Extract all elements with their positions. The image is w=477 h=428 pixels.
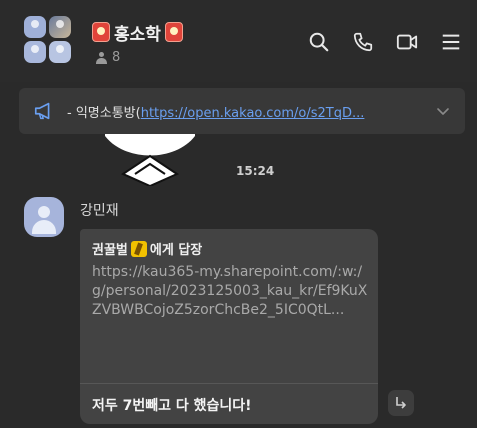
banana-emoji-icon [130,240,147,257]
member-avatar [49,16,71,38]
reply-target-suffix: 에게 답장 [149,243,203,258]
person-icon [96,51,107,64]
notice-link[interactable]: https://open.kakao.com/o/s2TqD... [141,106,365,121]
chat-header: 홍소학 8 [0,0,477,82]
member-count-value: 8 [112,50,121,65]
header-actions [307,30,463,54]
message-bubble[interactable]: 권꿀벌 에게 답장 https://kau365-my.sharepoint.c… [80,229,378,424]
chevron-down-icon[interactable] [435,103,451,119]
notice-bar[interactable]: - 익명소통방(https://open.kakao.com/o/s2TqD..… [19,88,465,134]
notice-text: - 익명소통방(https://open.kakao.com/o/s2TqD..… [67,102,415,121]
reply-target-name: 권꿀벌 [92,243,128,258]
member-count: 8 [96,50,120,65]
divider [80,383,378,384]
megaphone-icon [33,100,55,122]
message-time: 15:24 [236,164,275,178]
room-title-row[interactable]: 홍소학 [92,20,183,45]
menu-icon[interactable] [439,30,463,54]
reply-header: 권꿀벌 에게 답장 [92,239,202,258]
video-icon[interactable] [395,30,419,54]
notice-prefix: - 익명소통방( [67,106,141,121]
group-avatar[interactable] [24,16,74,66]
sticker-image[interactable] [95,134,225,186]
sender-name: 강민재 [80,203,119,219]
room-title: 홍소학 [114,24,161,45]
emoji-badge-icon [92,22,110,42]
member-avatar [24,16,46,38]
member-avatar [24,41,46,63]
member-avatar [49,41,71,63]
quoted-message[interactable]: https://kau365-my.sharepoint.com/:w:/g/p… [92,263,372,320]
reply-text: 저두 7번빼고 다 했습니다! [92,398,252,414]
search-icon[interactable] [307,30,331,54]
share-icon[interactable] [388,390,414,416]
emoji-badge-icon [164,22,183,42]
avatar[interactable] [24,197,64,237]
phone-icon[interactable] [351,30,375,54]
